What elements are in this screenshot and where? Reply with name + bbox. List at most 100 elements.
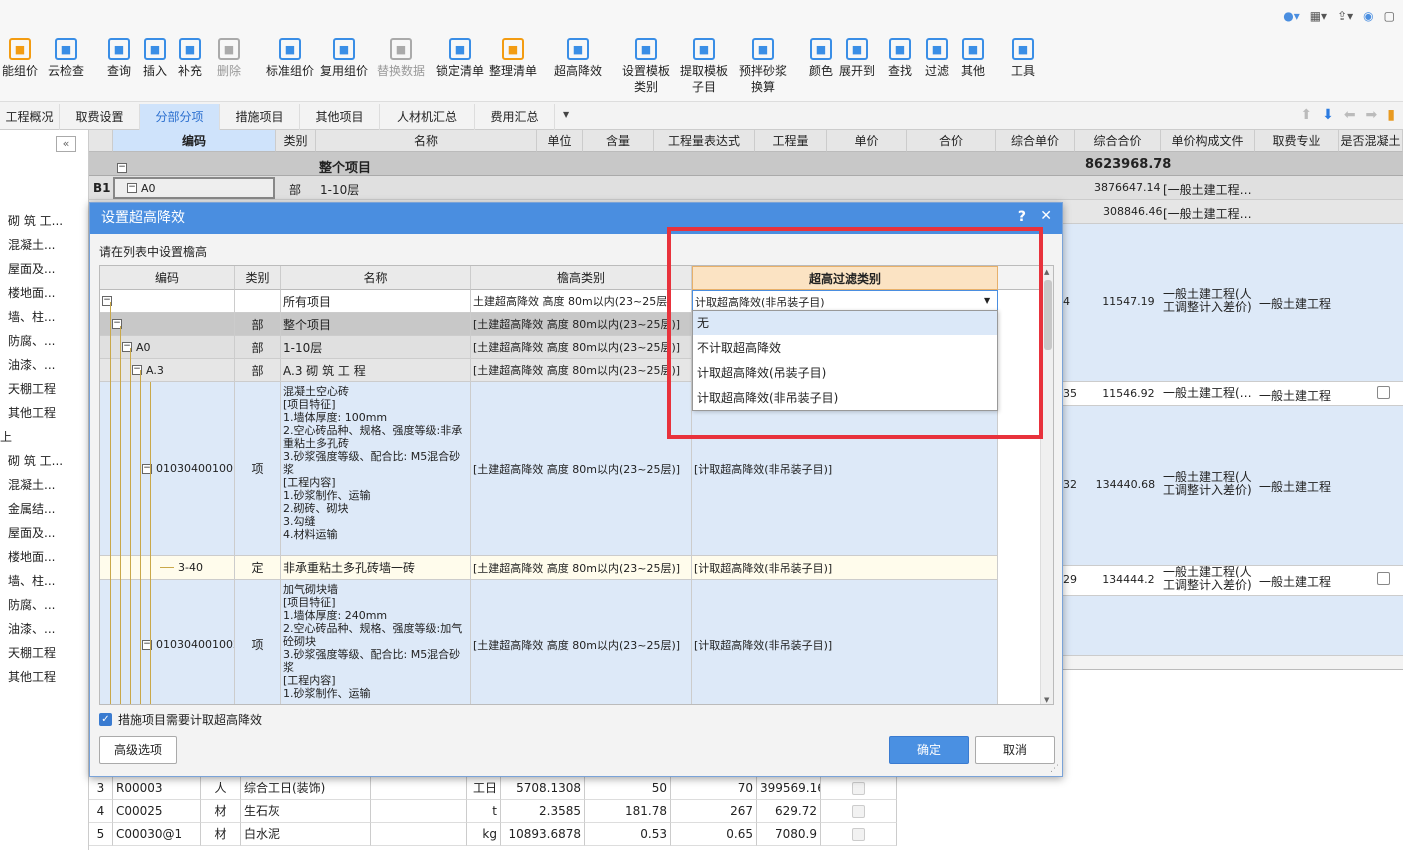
arrow-up-icon[interactable]: ⬆ bbox=[1300, 107, 1312, 123]
column-header[interactable]: 工程量 bbox=[755, 130, 827, 152]
tree-item[interactable]: 其他工程 bbox=[8, 668, 56, 685]
column-header[interactable]: 单价 bbox=[827, 130, 907, 152]
column-header[interactable]: 单价构成文件 bbox=[1161, 130, 1255, 152]
collapse-icon[interactable]: − bbox=[127, 183, 137, 193]
ribbon-button-14[interactable]: ■ 预拌砂浆 换算 bbox=[733, 34, 793, 100]
tree-item[interactable]: 屋面及... bbox=[8, 524, 55, 541]
column-header[interactable]: 综合合价 bbox=[1075, 130, 1161, 152]
cancel-button[interactable]: 取消 bbox=[975, 736, 1055, 764]
lower-checkbox[interactable] bbox=[821, 823, 897, 846]
arrow-down-icon[interactable]: ⬇ bbox=[1322, 107, 1334, 123]
grid-icon[interactable]: ▦▾ bbox=[1310, 9, 1327, 23]
scroll-thumb[interactable] bbox=[1044, 280, 1052, 350]
ribbon-button-9[interactable]: ■ 锁定清单 bbox=[436, 34, 484, 100]
dialog-eaves[interactable]: [土建超高降效 高度 80m以内(23~25层)] bbox=[471, 313, 692, 336]
ribbon-button-5[interactable]: ■ 删除 bbox=[214, 34, 244, 100]
tree-item[interactable]: 防腐、... bbox=[8, 596, 55, 613]
ribbon-button-1[interactable]: ■ 云检查 bbox=[44, 34, 88, 100]
dialog-filter[interactable]: [计取超高降效(非吊装子目)] bbox=[692, 580, 998, 704]
ribbon-button-2[interactable]: ■ 查询 bbox=[104, 34, 134, 100]
tree-item[interactable]: 上 bbox=[0, 428, 12, 445]
ribbon-button-15[interactable]: ■ 颜色 bbox=[806, 34, 836, 100]
column-header[interactable]: 含量 bbox=[583, 130, 654, 152]
tab-overview[interactable]: 工程概况 bbox=[0, 104, 60, 130]
ribbon-button-18[interactable]: ■ 过滤 bbox=[922, 34, 952, 100]
column-header[interactable]: 名称 bbox=[316, 130, 537, 152]
dialog-code-cell[interactable]: − bbox=[100, 290, 235, 313]
column-header[interactable]: 取费专业 bbox=[1255, 130, 1339, 152]
tree-item[interactable]: 楼地面... bbox=[8, 284, 55, 301]
tree-item[interactable]: 天棚工程 bbox=[8, 644, 56, 661]
dialog-column-header[interactable]: 檐高类别 bbox=[471, 266, 692, 290]
tree-item[interactable]: 屋面及... bbox=[8, 260, 55, 277]
tab-cost-summary[interactable]: 费用汇总 bbox=[475, 104, 555, 130]
tab-measures[interactable]: 措施项目 bbox=[220, 104, 300, 130]
tab-labor-material[interactable]: 人材机汇总 bbox=[380, 104, 475, 130]
ribbon-button-3[interactable]: ■ 插入 bbox=[140, 34, 170, 100]
column-header[interactable]: 合价 bbox=[907, 130, 996, 152]
scroll-up-icon[interactable]: ▲ bbox=[1044, 268, 1049, 276]
ribbon-button-7[interactable]: ■ 复用组价 bbox=[318, 34, 370, 100]
measures-checkbox-row[interactable]: ✓ 措施项目需要计取超高降效 bbox=[99, 711, 262, 728]
ribbon-button-4[interactable]: ■ 补充 bbox=[175, 34, 205, 100]
arrow-left-icon[interactable]: ⬅ bbox=[1344, 107, 1356, 123]
help-button[interactable]: ? bbox=[1018, 209, 1026, 225]
column-header[interactable]: 类别 bbox=[276, 130, 316, 152]
column-header[interactable]: 编码 bbox=[113, 130, 276, 152]
collapse-panel-icon[interactable]: « bbox=[56, 136, 76, 152]
concrete-checkbox[interactable] bbox=[1377, 386, 1390, 402]
panel-icon[interactable]: ▢ bbox=[1384, 9, 1395, 23]
ribbon-button-13[interactable]: ■ 提取模板 子目 bbox=[675, 34, 733, 100]
settings-icon[interactable]: ▮ bbox=[1387, 107, 1395, 123]
tree-item[interactable]: 天棚工程 bbox=[8, 380, 56, 397]
dialog-column-header[interactable]: 类别 bbox=[235, 266, 281, 290]
ribbon-button-0[interactable]: ■ 能组价 bbox=[0, 34, 40, 100]
tree-item[interactable]: 砌 筑 工... bbox=[8, 212, 63, 229]
dialog-filter[interactable]: [计取超高降效(非吊装子目)] bbox=[692, 556, 998, 580]
grid-scrollbar[interactable] bbox=[1049, 656, 1403, 670]
tree-item[interactable]: 金属结... bbox=[8, 500, 55, 517]
dialog-eaves[interactable]: 土建超高降效 高度 80m以内(23~25层) bbox=[471, 290, 692, 313]
concrete-checkbox[interactable] bbox=[1377, 572, 1390, 588]
column-header[interactable]: 是否混凝土 bbox=[1339, 130, 1403, 152]
tree-item[interactable]: 油漆、... bbox=[8, 620, 55, 637]
upload-icon[interactable]: ⇪▾ bbox=[1337, 9, 1353, 23]
user-icon[interactable]: ●▾ bbox=[1283, 9, 1300, 23]
close-button[interactable]: ✕ bbox=[1040, 208, 1052, 224]
arrow-right-icon[interactable]: ➡ bbox=[1366, 107, 1378, 123]
tree-item[interactable]: 其他工程 bbox=[8, 404, 56, 421]
tree-item[interactable]: 墙、柱... bbox=[8, 572, 55, 589]
dialog-column-header[interactable]: 编码 bbox=[100, 266, 235, 290]
chevron-down-icon[interactable]: ▼ bbox=[563, 110, 569, 119]
tree-item[interactable]: 砌 筑 工... bbox=[8, 452, 63, 469]
ribbon-button-19[interactable]: ■ 其他 bbox=[958, 34, 988, 100]
ribbon-button-16[interactable]: ■ 展开到 bbox=[837, 34, 877, 100]
lower-checkbox[interactable] bbox=[821, 800, 897, 823]
ribbon-button-17[interactable]: ■ 查找 bbox=[885, 34, 915, 100]
dialog-eaves[interactable]: [土建超高降效 高度 80m以内(23~25层)] bbox=[471, 336, 692, 359]
tab-sub-items[interactable]: 分部分项 bbox=[140, 104, 220, 130]
resize-grip-icon[interactable]: ⋰ bbox=[1050, 764, 1059, 774]
ribbon-button-12[interactable]: ■ 设置模板 类别 bbox=[617, 34, 675, 100]
scroll-down-icon[interactable]: ▼ bbox=[1044, 696, 1049, 704]
dialog-eaves[interactable]: [土建超高降效 高度 80m以内(23~25层)] bbox=[471, 382, 692, 556]
tree-item[interactable]: 防腐、... bbox=[8, 332, 55, 349]
tree-item[interactable]: 楼地面... bbox=[8, 548, 55, 565]
help-icon[interactable]: ◉ bbox=[1363, 9, 1373, 23]
tree-item[interactable]: 混凝土... bbox=[8, 236, 55, 253]
tree-item[interactable]: 墙、柱... bbox=[8, 308, 55, 325]
dialog-eaves[interactable]: [土建超高降效 高度 80m以内(23~25层)] bbox=[471, 359, 692, 382]
ok-button[interactable]: 确定 bbox=[889, 736, 969, 764]
advanced-options-button[interactable]: 高级选项 bbox=[99, 736, 177, 764]
b1-code-cell[interactable]: − A0 bbox=[113, 177, 275, 199]
ribbon-button-8[interactable]: ■ 替换数据 bbox=[375, 34, 427, 100]
column-header[interactable]: 综合单价 bbox=[996, 130, 1075, 152]
ribbon-button-20[interactable]: ■ 工具 bbox=[1008, 34, 1038, 100]
checked-checkbox[interactable]: ✓ bbox=[99, 713, 112, 726]
tab-other-items[interactable]: 其他项目 bbox=[300, 104, 380, 130]
tree-item[interactable]: 油漆、... bbox=[8, 356, 55, 373]
table-row[interactable] bbox=[1049, 596, 1403, 656]
ribbon-button-10[interactable]: ■ 整理清单 bbox=[487, 34, 539, 100]
lower-checkbox[interactable] bbox=[821, 777, 897, 800]
ribbon-button-11[interactable]: ■ 超高降效 bbox=[549, 34, 607, 100]
